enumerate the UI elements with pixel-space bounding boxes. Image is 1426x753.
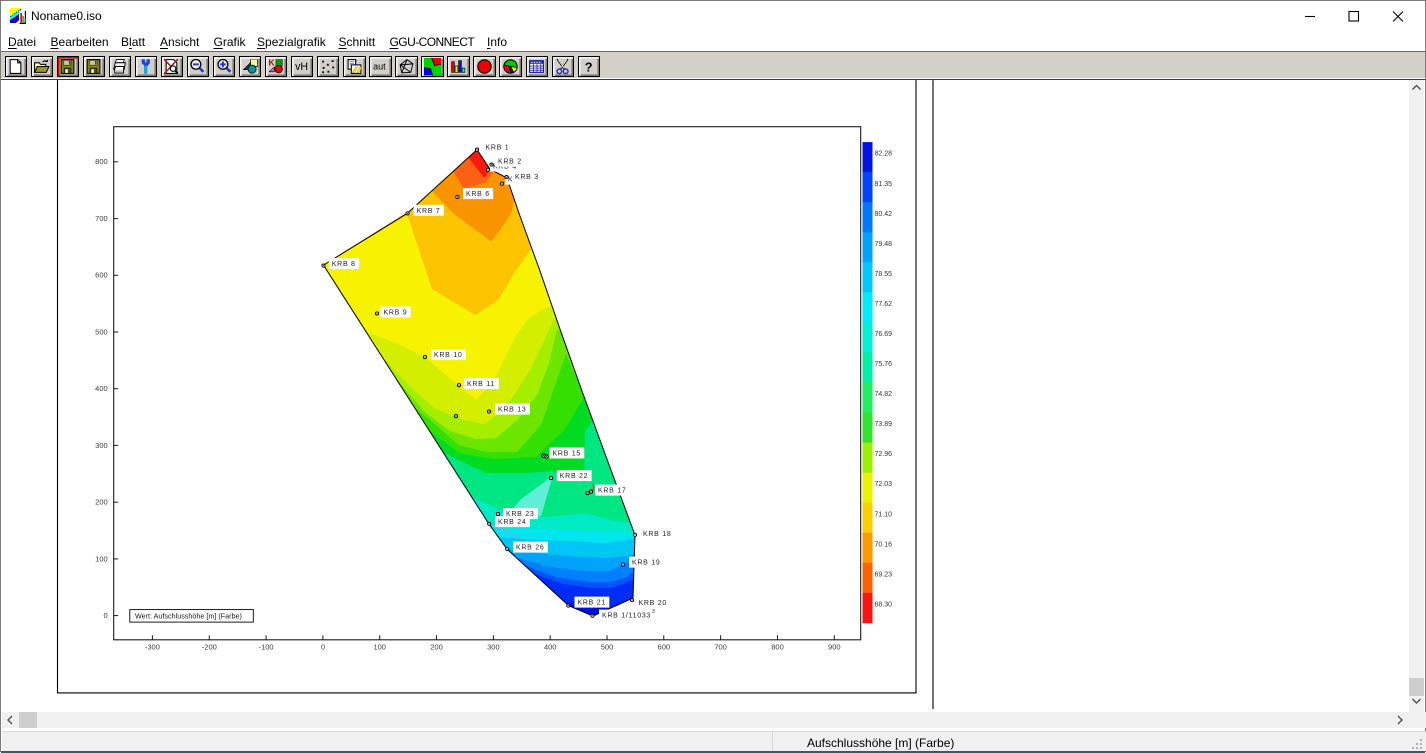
svg-text:500: 500 xyxy=(601,642,614,651)
svg-text:75.76: 75.76 xyxy=(875,361,893,368)
svg-text:K: K xyxy=(268,58,275,67)
svg-text:79.48: 79.48 xyxy=(875,241,893,248)
svg-text:KRB 22: KRB 22 xyxy=(560,473,588,480)
svg-text:-200: -200 xyxy=(202,642,217,651)
svg-text:74.82: 74.82 xyxy=(875,391,893,398)
svg-text:72.03: 72.03 xyxy=(875,481,893,488)
svg-text:400: 400 xyxy=(544,642,557,651)
svg-text:73.89: 73.89 xyxy=(875,421,893,428)
svg-text:900: 900 xyxy=(828,642,841,651)
svg-text:KRB 15: KRB 15 xyxy=(553,450,581,457)
svg-text:KRB 26: KRB 26 xyxy=(516,544,544,551)
svg-text:400: 400 xyxy=(95,384,108,393)
svg-text:KRB 7: KRB 7 xyxy=(417,208,441,215)
svg-text:500: 500 xyxy=(95,327,108,336)
svg-text:70.16: 70.16 xyxy=(875,541,893,548)
svg-text:700: 700 xyxy=(95,214,108,223)
svg-text:200: 200 xyxy=(95,497,108,506)
svg-text:71.10: 71.10 xyxy=(875,511,893,518)
svg-text:KRB 10: KRB 10 xyxy=(434,352,462,359)
svg-text:82.28: 82.28 xyxy=(875,151,893,158)
svg-text:vH: vH xyxy=(295,61,308,73)
svg-text:72.96: 72.96 xyxy=(875,451,893,458)
svg-text:77.62: 77.62 xyxy=(875,301,893,308)
svg-text:76.69: 76.69 xyxy=(875,331,893,338)
svg-text:200: 200 xyxy=(430,642,443,651)
svg-text:800: 800 xyxy=(95,157,108,166)
svg-text:KRB 24: KRB 24 xyxy=(498,519,526,526)
svg-text:300: 300 xyxy=(487,642,500,651)
svg-text:KRB 9: KRB 9 xyxy=(384,309,408,316)
svg-text:?: ? xyxy=(585,59,593,74)
svg-text:KRB 20: KRB 20 xyxy=(639,600,667,607)
svg-text:KRB 6: KRB 6 xyxy=(466,191,490,198)
svg-text:0: 0 xyxy=(321,642,325,651)
svg-text:KRB 13: KRB 13 xyxy=(498,406,526,413)
svg-text:0: 0 xyxy=(104,611,108,620)
svg-text:KRB 11: KRB 11 xyxy=(467,381,495,388)
svg-text:KRB 8: KRB 8 xyxy=(332,261,356,268)
svg-text:68.30: 68.30 xyxy=(875,601,893,608)
svg-text:KRB 17: KRB 17 xyxy=(598,487,626,494)
svg-text:KRB 3: KRB 3 xyxy=(515,174,539,181)
svg-text:69.23: 69.23 xyxy=(875,571,893,578)
svg-text:-300: -300 xyxy=(145,642,160,651)
svg-text:100: 100 xyxy=(95,554,108,563)
svg-text:3: 3 xyxy=(652,609,656,615)
svg-text:78.55: 78.55 xyxy=(875,271,893,278)
svg-text:600: 600 xyxy=(95,271,108,280)
svg-text:600: 600 xyxy=(658,642,671,651)
svg-text:100: 100 xyxy=(373,642,386,651)
svg-text:700: 700 xyxy=(714,642,727,651)
svg-text:81.35: 81.35 xyxy=(875,181,893,188)
svg-text:Wert: Aufschlusshöhe [m] (Farb: Wert: Aufschlusshöhe [m] (Farbe) xyxy=(135,611,242,620)
svg-text:KRB 18: KRB 18 xyxy=(643,531,671,538)
svg-text:KRB 19: KRB 19 xyxy=(632,559,660,566)
svg-text:KRB 21: KRB 21 xyxy=(578,599,606,606)
svg-text:80.42: 80.42 xyxy=(875,211,893,218)
svg-text:KRB 2: KRB 2 xyxy=(498,158,522,165)
svg-text:-100: -100 xyxy=(259,642,274,651)
svg-text:300: 300 xyxy=(95,441,108,450)
svg-text:800: 800 xyxy=(771,642,784,651)
svg-text:KRB 1: KRB 1 xyxy=(486,144,510,151)
svg-text:aut: aut xyxy=(373,62,386,72)
svg-text:KRB 1/11033: KRB 1/11033 xyxy=(602,612,651,619)
